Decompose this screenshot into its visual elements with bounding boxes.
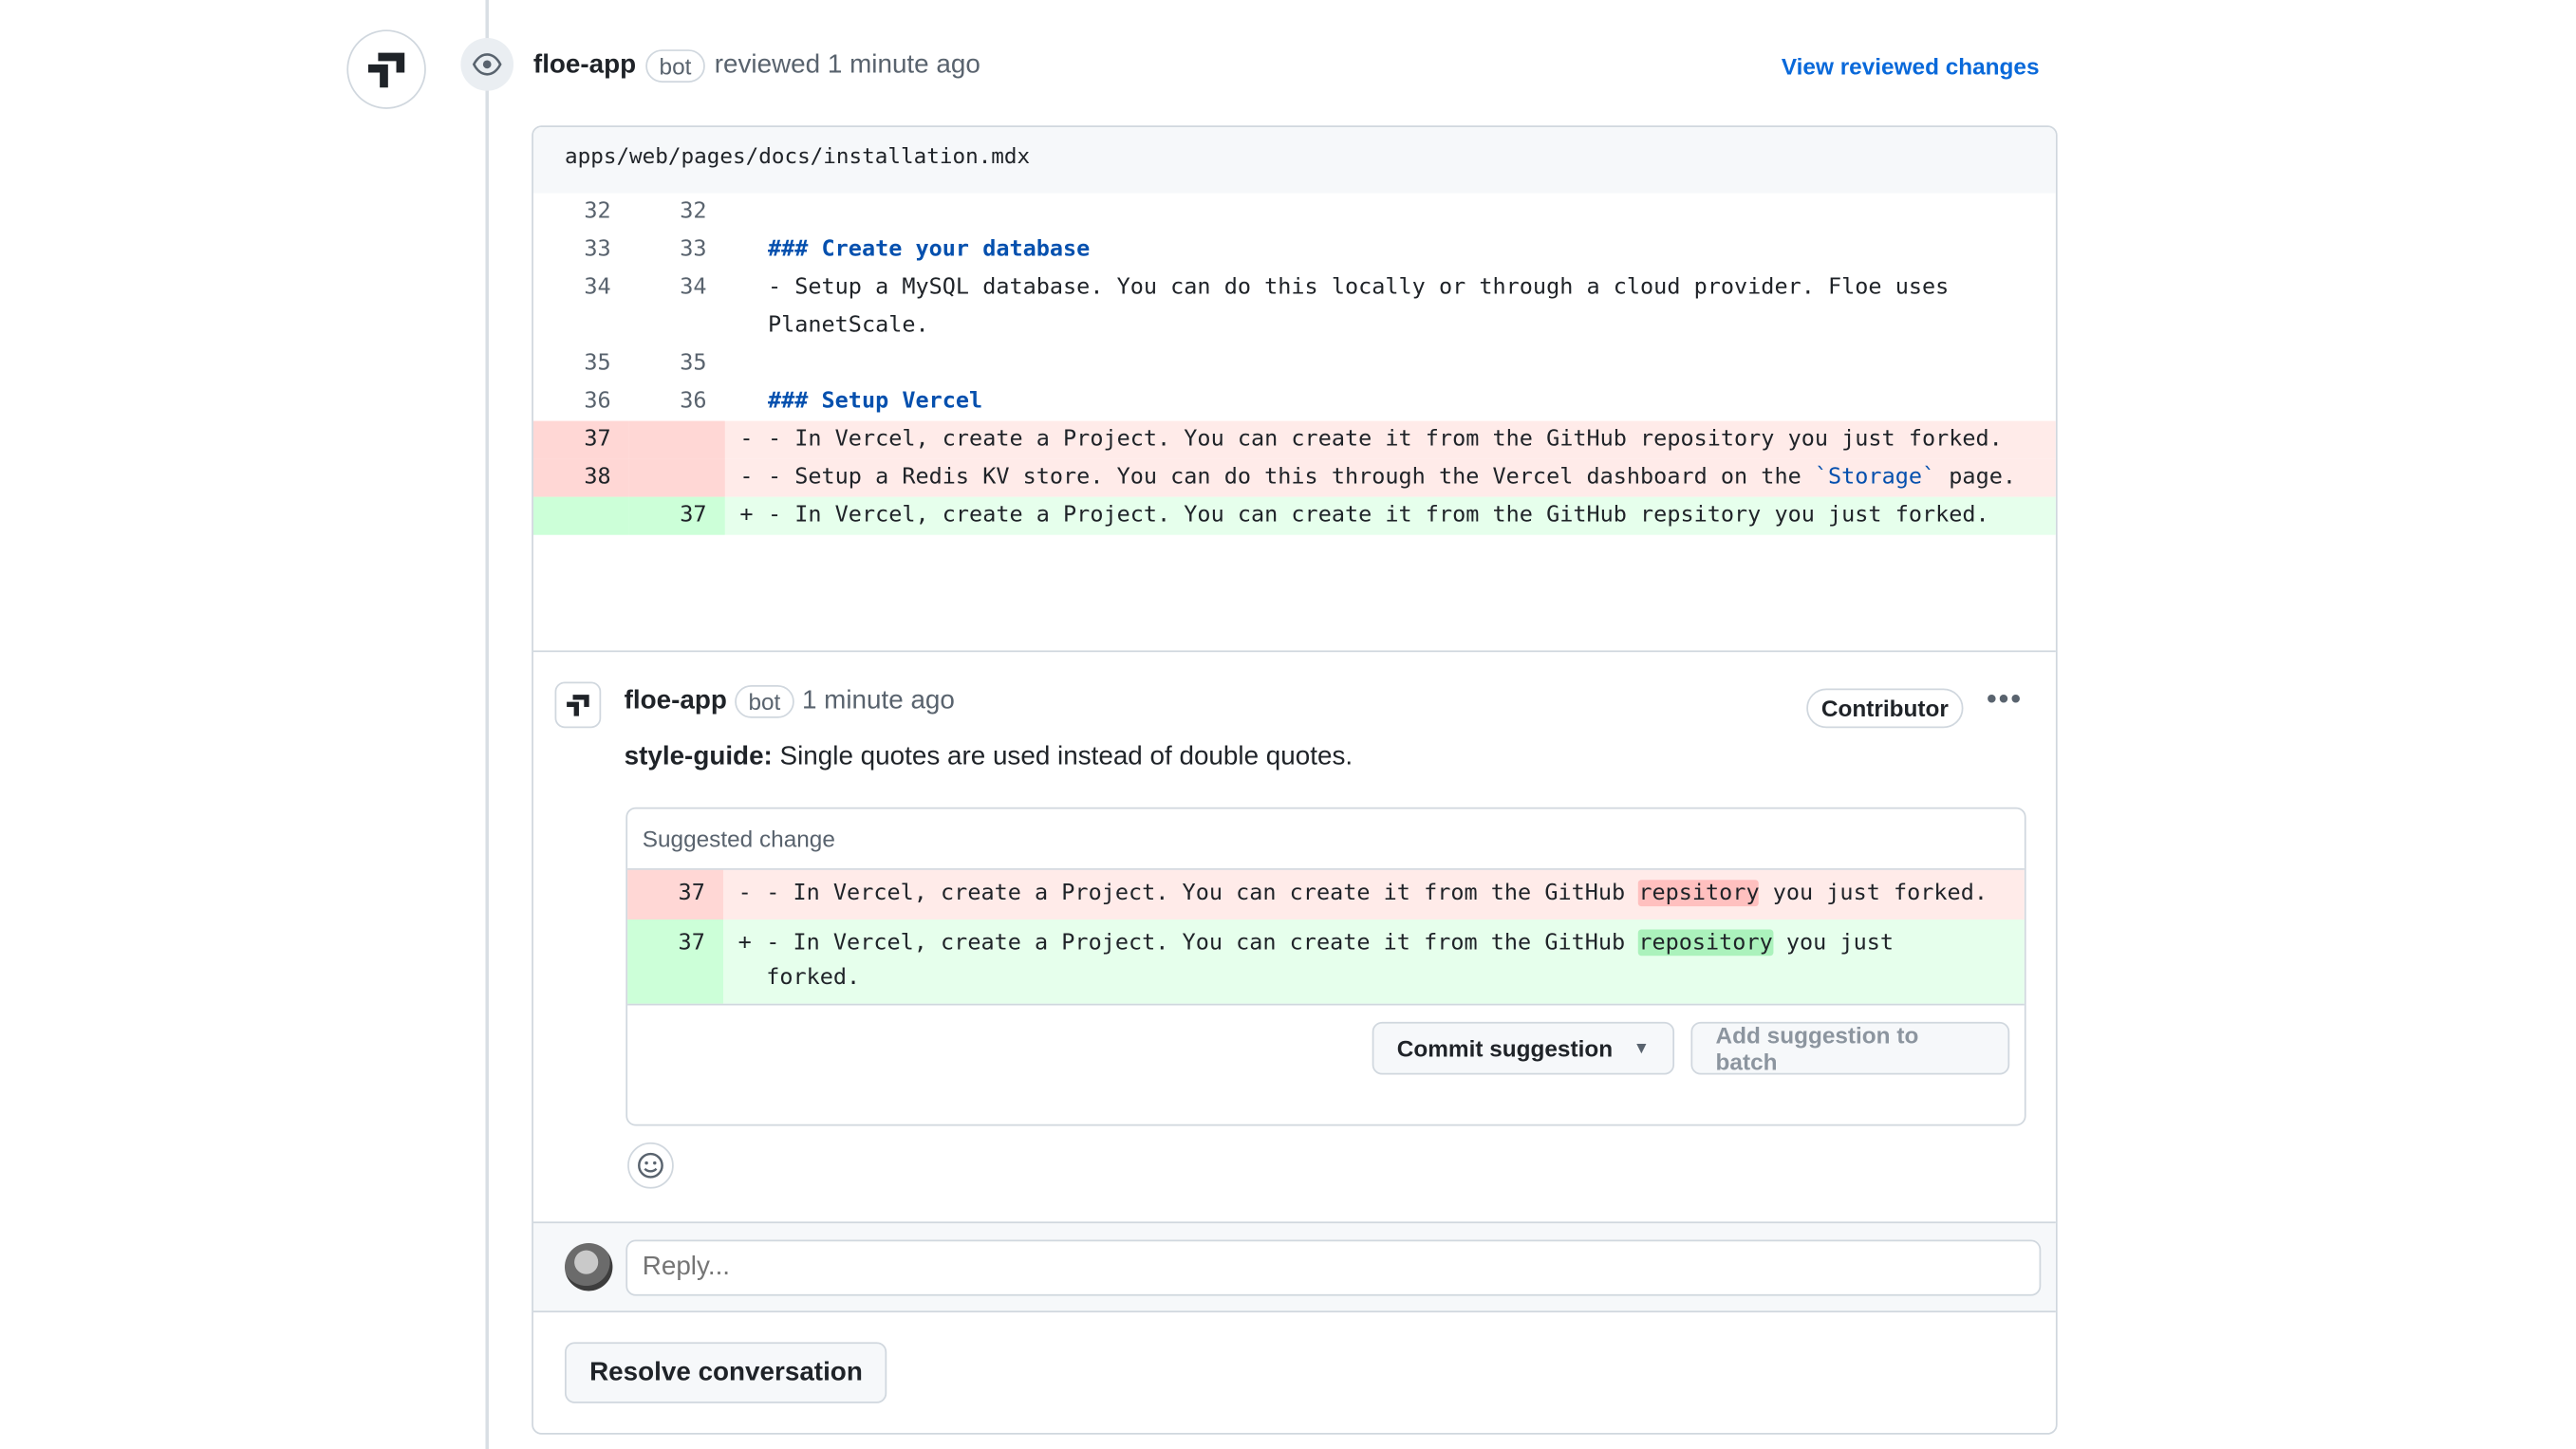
diff-marker: + bbox=[737, 929, 752, 957]
avatar[interactable] bbox=[346, 29, 426, 109]
highlighted-word: repository bbox=[1638, 929, 1773, 957]
reply-input[interactable] bbox=[625, 1239, 2042, 1296]
diff-row: 33 33 ### Create your database bbox=[533, 232, 2056, 269]
comment-label: style-guide: bbox=[624, 742, 773, 771]
eye-icon bbox=[460, 38, 514, 91]
new-line-number: 32 bbox=[680, 197, 707, 225]
old-line-number: 37 bbox=[532, 420, 629, 459]
new-line-number: 37 bbox=[628, 496, 725, 535]
reply-area bbox=[532, 1221, 2056, 1313]
contributor-badge: Contributor bbox=[1806, 688, 1964, 729]
diff-marker bbox=[725, 269, 754, 345]
diff-marker: + bbox=[739, 501, 754, 529]
bot-badge: bot bbox=[735, 684, 794, 718]
review-thread-card: apps/web/pages/docs/installation.mdx 32 3… bbox=[532, 125, 2058, 1435]
more-options-icon[interactable]: ••• bbox=[1987, 681, 2023, 716]
diff-marker: - bbox=[739, 425, 754, 453]
new-line-number bbox=[628, 420, 725, 459]
review-header: floe-app bot reviewed 1 minute ago bbox=[533, 49, 980, 83]
diff-row: 35 35 bbox=[533, 345, 2056, 383]
code-text: page. bbox=[1935, 463, 2017, 491]
add-suggestion-to-batch-button[interactable]: Add suggestion to batch bbox=[1690, 1021, 2010, 1075]
line-number: 37 bbox=[678, 880, 705, 907]
diff-marker bbox=[725, 383, 754, 421]
suggestion-deleted-line: 37 - - In Vercel, create a Project. You … bbox=[627, 869, 2025, 920]
diff-row: 36 36 ### Setup Vercel bbox=[533, 383, 2056, 421]
new-line-number: 33 bbox=[680, 235, 707, 263]
diff-row: 37 - - In Vercel, create a Project. You ca… bbox=[532, 420, 2056, 459]
timeline-line bbox=[485, 0, 489, 1449]
view-reviewed-changes-link[interactable]: View reviewed changes bbox=[1782, 53, 2040, 80]
diff-marker: - bbox=[737, 880, 752, 907]
resolve-conversation-button[interactable]: Resolve conversation bbox=[564, 1342, 887, 1403]
old-line-number bbox=[532, 496, 629, 535]
new-line-number: 34 bbox=[680, 273, 707, 301]
floe-logo-icon bbox=[367, 52, 405, 88]
bot-badge: bot bbox=[645, 49, 705, 83]
code-text: you just forked. bbox=[1759, 880, 1988, 907]
comment-body: style-guide: Single quotes are used inst… bbox=[625, 743, 1353, 772]
suggested-change-title: Suggested change bbox=[627, 808, 2025, 870]
commit-suggestion-button[interactable]: Commit suggestion ▼ bbox=[1372, 1021, 1675, 1075]
review-action: reviewed 1 minute ago bbox=[714, 50, 980, 80]
diff-table: 32 32 33 33 ### Create your database 34 34 - Se… bbox=[532, 194, 2056, 535]
code-text: - Setup a Redis KV store. You can do thi… bbox=[767, 463, 1815, 491]
code-text: - In Vercel, create a Project. You can c… bbox=[767, 425, 2003, 453]
review-comment: floe-app bot 1 minute ago Contributor ••… bbox=[532, 650, 2056, 1189]
old-line-number: 38 bbox=[532, 458, 629, 497]
diff-marker: - bbox=[739, 463, 754, 491]
user-avatar[interactable] bbox=[564, 1242, 613, 1291]
diff-row: 32 32 bbox=[533, 194, 2056, 232]
code-text: - Setup a MySQL database. You can do thi… bbox=[767, 273, 1963, 339]
diff-row: 38 - - Setup a Redis KV store. You can do … bbox=[532, 458, 2056, 497]
add-reaction-smiley-icon[interactable] bbox=[627, 1142, 674, 1189]
code-text: - In Vercel, create a Project. You can c… bbox=[766, 929, 1639, 957]
new-line-number bbox=[628, 458, 725, 497]
diff-row: 34 34 - Setup a MySQL database. You can do… bbox=[533, 269, 2056, 345]
comment-avatar[interactable] bbox=[554, 681, 602, 729]
code-text: - In Vercel, create a Project. You can c… bbox=[767, 501, 1989, 529]
code-text: ### Setup Vercel bbox=[767, 387, 983, 415]
new-line-number: 35 bbox=[680, 349, 707, 377]
new-line-number: 36 bbox=[680, 387, 707, 415]
diff-marker bbox=[725, 345, 754, 383]
commit-suggestion-label: Commit suggestion bbox=[1396, 1034, 1614, 1062]
caret-down-icon[interactable]: ▼ bbox=[1633, 1039, 1650, 1057]
comment-time[interactable]: 1 minute ago bbox=[802, 687, 955, 716]
floe-logo-icon bbox=[567, 695, 589, 716]
code-string: `Storage` bbox=[1814, 463, 1936, 491]
old-line-number: 34 bbox=[584, 273, 611, 301]
diff-marker bbox=[725, 232, 754, 269]
diff-row: 37 + - In Vercel, create a Project. You ca… bbox=[532, 496, 2056, 535]
comment-text: Single quotes are used instead of double… bbox=[772, 742, 1353, 771]
old-line-number: 36 bbox=[584, 387, 611, 415]
diff-marker bbox=[725, 194, 754, 232]
old-line-number: 32 bbox=[584, 197, 611, 225]
suggested-change-box: Suggested change 37 - - In Vercel, creat… bbox=[625, 807, 2026, 1126]
code-text: ### Create your database bbox=[767, 235, 1091, 263]
line-number: 37 bbox=[678, 929, 705, 957]
comment-author[interactable]: floe-app bbox=[625, 687, 727, 716]
file-path[interactable]: apps/web/pages/docs/installation.mdx bbox=[532, 126, 2056, 194]
author-name[interactable]: floe-app bbox=[533, 51, 636, 81]
old-line-number: 33 bbox=[584, 235, 611, 263]
code-text: - In Vercel, create a Project. You can c… bbox=[766, 880, 1639, 907]
comment-header: floe-app bot 1 minute ago bbox=[625, 684, 955, 718]
highlighted-word: repsitory bbox=[1638, 880, 1760, 907]
suggestion-added-line: 37 + - In Vercel, create a Project. You … bbox=[627, 920, 2025, 1004]
old-line-number: 35 bbox=[584, 349, 611, 377]
